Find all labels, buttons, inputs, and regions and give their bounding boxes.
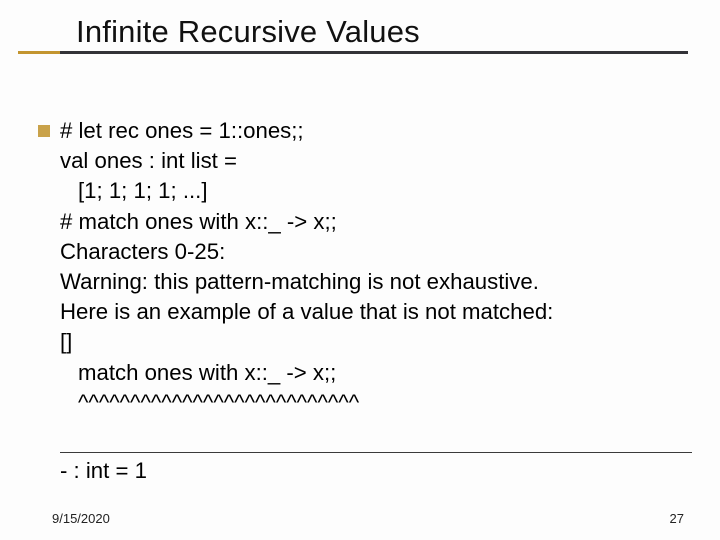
footer-date: 9/15/2020 xyxy=(52,511,110,526)
code-block: # let rec ones = 1::ones;; val ones : in… xyxy=(60,116,692,418)
code-line: # let rec ones = 1::ones;; xyxy=(60,116,692,146)
code-line: Here is an example of a value that is no… xyxy=(60,297,692,327)
result-line: - : int = 1 xyxy=(60,458,147,484)
code-line: ^^^^^^^^^^^^^^^^^^^^^^^^^^^ xyxy=(60,388,692,418)
title-bar: Infinite Recursive Values xyxy=(0,0,720,58)
code-line: Warning: this pattern-matching is not ex… xyxy=(60,267,692,297)
underline-accent xyxy=(18,51,60,54)
footer-page-number: 27 xyxy=(670,511,684,526)
code-line: match ones with x::_ -> x;; xyxy=(60,358,692,388)
code-line: Characters 0-25: xyxy=(60,237,692,267)
code-line: val ones : int list = xyxy=(60,146,692,176)
divider-line xyxy=(60,452,692,453)
title-underline xyxy=(18,51,688,58)
underline-main xyxy=(60,51,688,54)
code-line: # match ones with x::_ -> x;; xyxy=(60,207,692,237)
bullet-icon xyxy=(38,125,50,137)
code-line: [1; 1; 1; 1; ...] xyxy=(60,176,692,206)
code-line: [] xyxy=(60,327,692,357)
slide-title: Infinite Recursive Values xyxy=(76,14,720,50)
